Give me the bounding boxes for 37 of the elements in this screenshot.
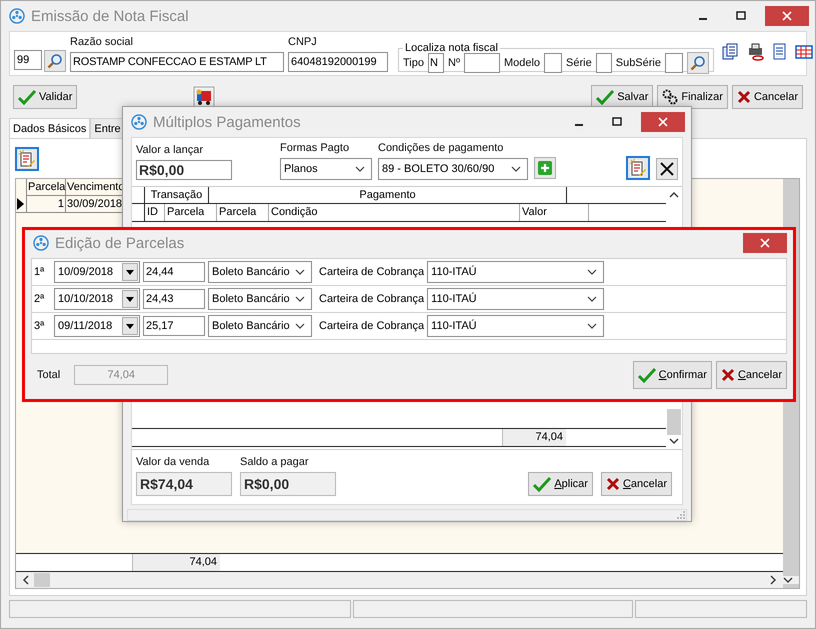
column-header: Valor bbox=[520, 204, 589, 221]
field-label: Nº bbox=[448, 56, 460, 68]
column-group-header: Transação bbox=[145, 187, 209, 203]
column-header: Condição bbox=[269, 204, 520, 221]
window-title: Múltiplos Pagamentos bbox=[153, 114, 301, 130]
field-label: Valor a lançar bbox=[136, 144, 204, 158]
field-label: CNPJ bbox=[288, 36, 318, 50]
field-label: Condições de pagamento bbox=[378, 142, 504, 156]
window-title: Emissão de Nota Fiscal bbox=[31, 8, 189, 24]
group-title: Localiza nota fiscal bbox=[404, 42, 499, 54]
column-header: Parcela bbox=[165, 204, 217, 221]
column-header: ID bbox=[145, 204, 165, 221]
field-label: Formas Pagto bbox=[280, 142, 350, 156]
field-label: Carteira de Cobrança bbox=[319, 320, 424, 332]
field-label: Carteira de Cobrança bbox=[319, 266, 424, 278]
field-label: Carteira de Cobrança bbox=[319, 293, 424, 305]
grid-total: 74,04 bbox=[132, 554, 220, 571]
table-cell: 1 bbox=[27, 196, 66, 213]
field-label: Saldo a pagar bbox=[240, 456, 310, 470]
column-header: Parcela bbox=[27, 179, 66, 196]
field-label: Tipo bbox=[403, 56, 424, 68]
field-label: Razão social bbox=[70, 36, 134, 50]
installment-number: 1ª bbox=[34, 266, 46, 278]
field-label: Modelo bbox=[504, 56, 540, 68]
field-label: Total bbox=[37, 369, 60, 381]
field-label: SubSérie bbox=[616, 56, 661, 68]
total-field: 74,04 bbox=[74, 365, 168, 385]
field-label: Série bbox=[566, 56, 592, 68]
installment-number: 2ª bbox=[34, 293, 46, 305]
field-label: Valor da venda bbox=[136, 456, 210, 470]
column-header: Parcela bbox=[217, 204, 269, 221]
window-title: Edição de Parcelas bbox=[55, 234, 184, 252]
balance-field: R$0,00 bbox=[240, 472, 336, 496]
sale-value-field: R$74,04 bbox=[136, 472, 232, 496]
grid-total: 74,04 bbox=[502, 429, 566, 446]
installment-number: 3ª bbox=[34, 320, 46, 332]
column-group-header: Pagamento bbox=[209, 187, 567, 203]
